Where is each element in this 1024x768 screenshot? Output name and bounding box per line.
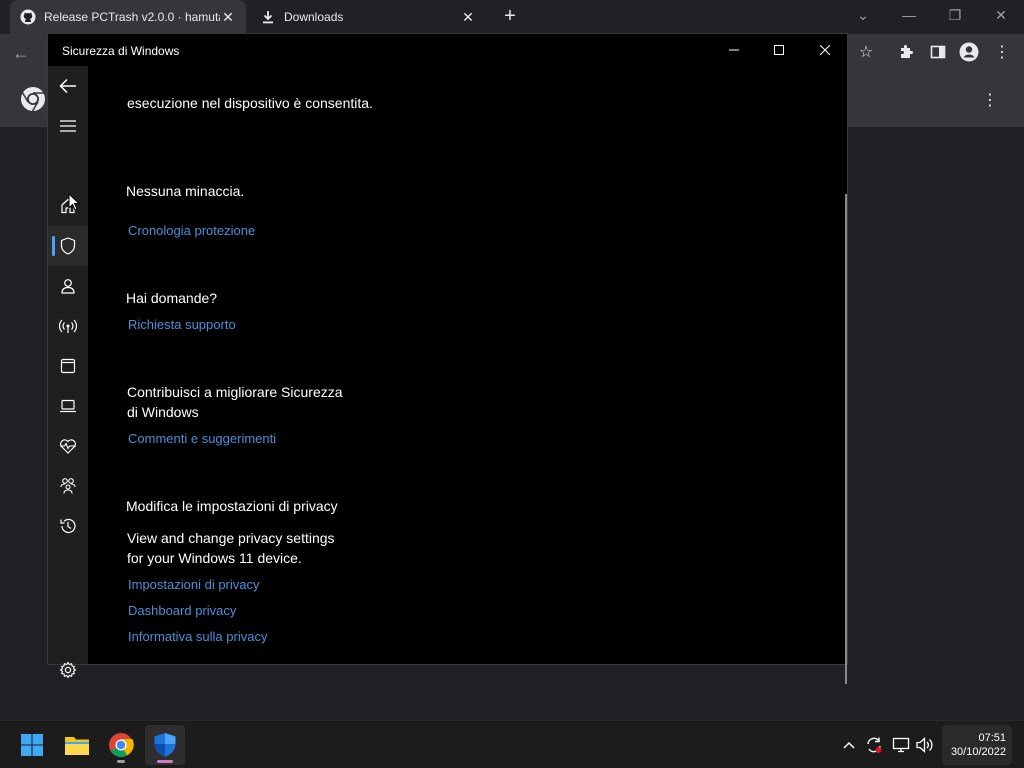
chrome-icon[interactable]: [101, 725, 141, 765]
privacy-desc-line1: View and change privacy settings: [127, 530, 335, 546]
github-icon: [20, 9, 36, 25]
tab-title: Downloads: [284, 10, 344, 24]
questions-heading: Hai domande?: [126, 290, 218, 306]
close-button[interactable]: [805, 38, 845, 62]
tab-pctrash-release[interactable]: Release PCTrash v2.0.0 · hamutan ✕: [10, 0, 246, 34]
taskbar: 07:51 30/10/2022: [0, 720, 1024, 768]
windows-security-window: Sicurezza di Windows esecuzione nel disp…: [47, 33, 848, 684]
mouse-cursor-icon: [68, 193, 80, 211]
browser-tab-strip: Release PCTrash v2.0.0 · hamutan ✕ Downl…: [0, 0, 1024, 34]
privacy-settings-link[interactable]: Impostazioni di privacy: [128, 576, 260, 594]
improve-heading-line1: Contribuisci a migliorare Sicurezza: [127, 384, 343, 400]
volume-icon[interactable]: [915, 735, 935, 755]
support-link[interactable]: Richiesta supporto: [128, 316, 236, 334]
title-bar: Sicurezza di Windows: [48, 34, 847, 66]
improve-heading-line2: di Windows: [127, 404, 199, 420]
maximize-button[interactable]: [759, 38, 799, 62]
menu-icon[interactable]: [48, 106, 88, 146]
windows-security-icon[interactable]: [145, 725, 185, 765]
back-icon[interactable]: ←: [10, 42, 32, 64]
file-explorer-icon[interactable]: [57, 725, 97, 765]
minimize-icon[interactable]: —: [894, 4, 924, 26]
history-icon[interactable]: [48, 506, 88, 546]
privacy-heading: Modifica le impostazioni di privacy: [126, 498, 338, 514]
settings-icon[interactable]: [48, 650, 88, 690]
main-content: esecuzione nel dispositivo è consentita.…: [88, 66, 847, 664]
clock-time: 07:51: [978, 732, 1006, 744]
system-clock[interactable]: 07:51 30/10/2022: [942, 725, 1012, 765]
extensions-icon[interactable]: [896, 42, 916, 62]
account-icon[interactable]: [48, 266, 88, 306]
tab-downloads[interactable]: Downloads ✕: [250, 0, 486, 34]
tab-title: Release PCTrash v2.0.0 · hamutan: [44, 10, 220, 24]
virus-protection-nav[interactable]: [48, 226, 88, 266]
chrome-logo-icon: [20, 86, 46, 112]
window-title: Sicurezza di Windows: [62, 44, 180, 58]
chrome-menu-icon[interactable]: ⋮: [994, 42, 1010, 62]
no-threats-text: Nessuna minaccia.: [126, 183, 245, 199]
app-browser-icon[interactable]: [48, 346, 88, 386]
running-indicator: [157, 760, 173, 763]
show-hidden-icons-icon[interactable]: [840, 735, 858, 755]
family-icon[interactable]: [48, 466, 88, 506]
partial-description: esecuzione nel dispositivo è consentita.: [127, 95, 373, 111]
close-tab-icon[interactable]: ✕: [460, 9, 476, 26]
health-icon[interactable]: [48, 426, 88, 466]
download-icon: [260, 9, 276, 25]
restore-icon[interactable]: ❐: [940, 4, 970, 26]
update-status-icon[interactable]: [864, 735, 884, 755]
close-icon[interactable]: ✕: [986, 4, 1016, 26]
start-icon[interactable]: [12, 725, 52, 765]
shield-icon: [60, 237, 76, 255]
network-status-icon[interactable]: [891, 735, 911, 755]
network-icon[interactable]: [48, 306, 88, 346]
bookmark-star-icon[interactable]: ☆: [856, 42, 876, 62]
new-tab-button[interactable]: +: [500, 6, 520, 26]
profile-avatar-icon[interactable]: [958, 41, 980, 63]
protection-history-link[interactable]: Cronologia protezione: [128, 222, 255, 240]
side-panel-icon[interactable]: [928, 42, 948, 62]
feedback-link[interactable]: Commenti e suggerimenti: [128, 430, 276, 448]
running-indicator: [117, 760, 125, 763]
device-security-icon[interactable]: [48, 386, 88, 426]
downloads-menu-icon[interactable]: ⋮: [982, 90, 998, 110]
minimize-button[interactable]: [714, 38, 754, 62]
privacy-dashboard-link[interactable]: Dashboard privacy: [128, 602, 236, 620]
clock-date: 30/10/2022: [950, 746, 1006, 758]
tab-search-icon[interactable]: ⌄: [848, 4, 878, 26]
privacy-statement-link[interactable]: Informativa sulla privacy: [128, 628, 267, 646]
vertical-scrollbar[interactable]: [845, 194, 847, 684]
close-tab-icon[interactable]: ✕: [220, 9, 236, 26]
privacy-desc-line2: for your Windows 11 device.: [127, 550, 302, 566]
navigation-rail: [48, 66, 88, 679]
back-icon[interactable]: [48, 66, 88, 106]
selection-indicator: [52, 236, 55, 256]
